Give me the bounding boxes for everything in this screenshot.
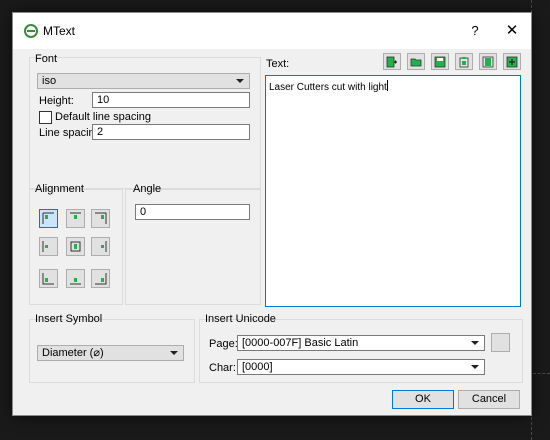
open-folder-icon bbox=[410, 58, 422, 67]
default-line-spacing-label: Default line spacing bbox=[55, 111, 152, 123]
app-logo-icon bbox=[24, 24, 38, 41]
align-top-left-button[interactable] bbox=[39, 209, 58, 228]
unicode-char-select[interactable]: [0000] bbox=[237, 359, 485, 375]
open-file-button[interactable] bbox=[407, 53, 425, 70]
paste-button[interactable] bbox=[455, 53, 473, 70]
line-spacing-input[interactable]: 2 bbox=[92, 124, 250, 140]
chevron-down-icon bbox=[471, 341, 479, 345]
background-dashed-line bbox=[533, 373, 550, 374]
layout-icon bbox=[482, 56, 494, 68]
symbol-select-value: Diameter (⌀) bbox=[42, 347, 104, 359]
title-bar: MText ? ✕ bbox=[13, 13, 531, 49]
clipboard-icon bbox=[459, 57, 469, 68]
text-caret bbox=[386, 80, 388, 91]
align-middle-right-button[interactable] bbox=[91, 237, 110, 256]
save-button[interactable] bbox=[431, 53, 449, 70]
mtext-dialog: MText ? ✕ Font iso Height: 10 Default li… bbox=[12, 12, 532, 416]
align-bottom-center-icon bbox=[70, 278, 81, 285]
angle-input[interactable]: 0 bbox=[135, 204, 250, 220]
unicode-char-value: [0000] bbox=[242, 361, 273, 373]
align-bottom-center-button[interactable] bbox=[66, 269, 85, 288]
align-middle-left-button[interactable] bbox=[39, 237, 58, 256]
align-bottom-left-icon bbox=[42, 273, 54, 285]
align-bottom-right-icon bbox=[95, 273, 107, 285]
align-top-center-icon bbox=[70, 212, 81, 219]
default-line-spacing-checkbox[interactable] bbox=[39, 111, 52, 124]
align-bottom-left-button[interactable] bbox=[39, 269, 58, 288]
chevron-down-icon bbox=[471, 365, 479, 369]
symbol-select[interactable]: Diameter (⌀) bbox=[37, 345, 184, 361]
align-middle-center-icon bbox=[70, 241, 81, 252]
new-document-button[interactable] bbox=[383, 53, 401, 70]
text-editor[interactable]: Laser Cutters cut with light bbox=[265, 75, 521, 307]
text-label: Text: bbox=[266, 58, 290, 70]
unicode-page-select[interactable]: [0000-007F] Basic Latin bbox=[237, 335, 485, 351]
angle-group-label: Angle bbox=[133, 183, 162, 195]
align-middle-right-icon bbox=[101, 241, 107, 252]
insert-icon bbox=[506, 56, 518, 68]
align-middle-left-icon bbox=[42, 241, 48, 252]
align-middle-center-button[interactable] bbox=[66, 237, 85, 256]
layout-button[interactable] bbox=[479, 53, 497, 70]
font-select[interactable]: iso bbox=[37, 73, 250, 89]
unicode-page-value: [0000-007F] Basic Latin bbox=[242, 337, 359, 349]
text-editor-content: Laser Cutters cut with light bbox=[269, 80, 388, 93]
help-button[interactable]: ? bbox=[464, 21, 486, 41]
window-title: MText bbox=[43, 24, 76, 38]
font-group-label: Font bbox=[35, 53, 58, 65]
character-preview bbox=[491, 333, 510, 352]
insert-symbol-group-label: Insert Symbol bbox=[35, 313, 103, 325]
align-bottom-right-button[interactable] bbox=[91, 269, 110, 288]
chevron-down-icon bbox=[170, 351, 178, 355]
chevron-down-icon bbox=[236, 79, 244, 83]
ok-button[interactable]: OK bbox=[392, 390, 454, 409]
insert-button[interactable] bbox=[503, 53, 521, 70]
align-top-left-icon bbox=[42, 212, 54, 224]
close-button[interactable]: ✕ bbox=[501, 21, 523, 41]
save-icon bbox=[434, 56, 446, 68]
alignment-group-label: Alignment bbox=[35, 183, 84, 195]
align-top-right-button[interactable] bbox=[91, 209, 110, 228]
page-label: Page: bbox=[209, 338, 238, 350]
insert-unicode-group-label: Insert Unicode bbox=[205, 313, 276, 325]
height-input[interactable]: 10 bbox=[92, 92, 250, 108]
font-select-value: iso bbox=[42, 75, 57, 87]
char-label: Char: bbox=[209, 362, 236, 374]
height-label: Height: bbox=[39, 95, 74, 107]
align-top-center-button[interactable] bbox=[66, 209, 85, 228]
new-doc-icon bbox=[386, 56, 397, 68]
cancel-button[interactable]: Cancel bbox=[458, 390, 520, 409]
align-top-right-icon bbox=[95, 212, 107, 224]
